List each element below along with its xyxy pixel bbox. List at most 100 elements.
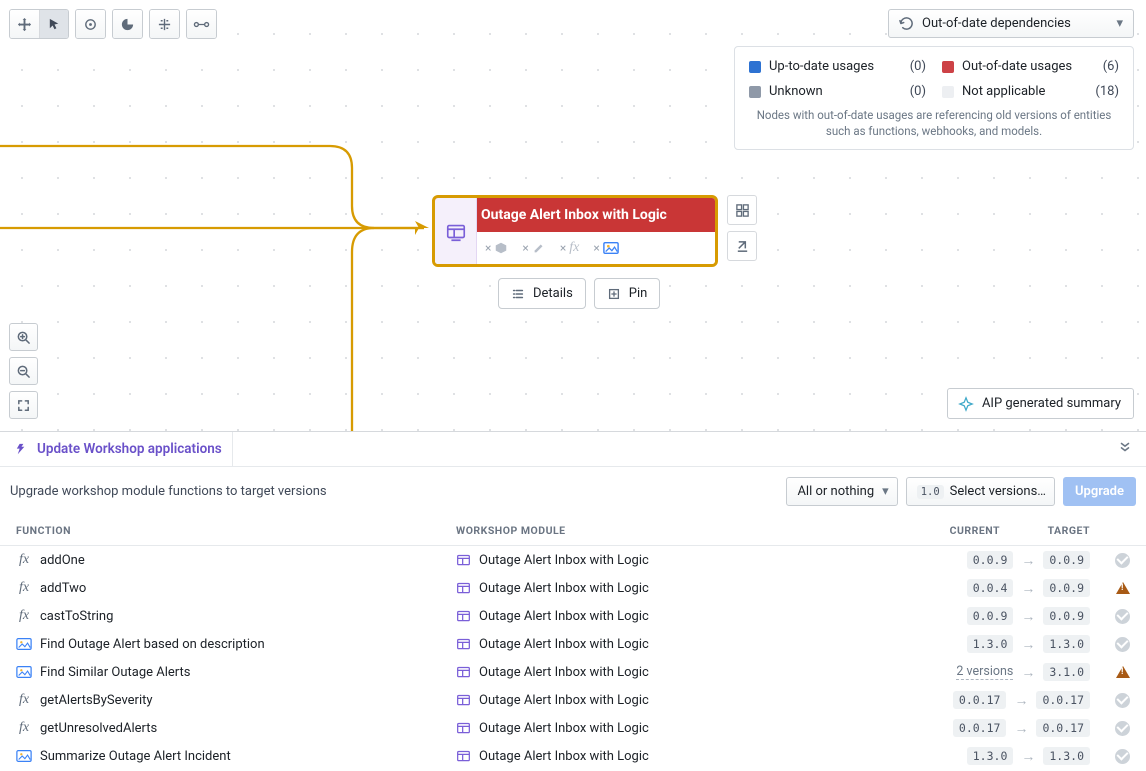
node-header: Outage Alert Inbox with Logic [435, 198, 715, 232]
functions-table: Function Workshop Module Current Target … [0, 516, 1146, 770]
zoom-out-button[interactable] [9, 357, 38, 385]
node-title: Outage Alert Inbox with Logic [481, 207, 667, 223]
legend-item: Unknown (0) [749, 84, 926, 99]
fit-view-button[interactable] [9, 391, 38, 419]
module-name: Outage Alert Inbox with Logic [479, 581, 649, 596]
aip-summary-button[interactable]: AIP generated summary [947, 388, 1134, 419]
chip-edit: × [522, 241, 545, 255]
grid-snap-tool[interactable] [150, 10, 179, 38]
function-name: Find Similar Outage Alerts [40, 665, 190, 680]
node-outage-alert-inbox[interactable]: Outage Alert Inbox with Logic × × ×fx × [432, 195, 718, 267]
target-version: 1.3.0 [1043, 747, 1090, 765]
arrow-right-icon: → [1021, 636, 1035, 653]
panel-tab-label: Update Workshop applications [37, 441, 222, 457]
panel-collapse-button[interactable] [1114, 436, 1136, 462]
module-name: Outage Alert Inbox with Logic [479, 693, 649, 708]
link-tool[interactable] [187, 10, 216, 38]
module-name: Outage Alert Inbox with Logic [479, 609, 649, 624]
table-row[interactable]: Find Similar Outage AlertsOutage Alert I… [0, 658, 1146, 686]
aip-icon [958, 396, 974, 412]
chevron-down-icon: ▾ [882, 484, 889, 499]
chip-object: × [485, 241, 508, 255]
ok-icon [1115, 609, 1130, 624]
details-button[interactable]: Details [498, 278, 586, 309]
select-versions-button[interactable]: 1.0 Select versions… [906, 477, 1055, 506]
legend-item: Out-of-date usages (6) [942, 59, 1119, 74]
canvas-toolbar [9, 9, 217, 39]
dependency-filter-select[interactable]: Out-of-date dependencies ▾ [888, 9, 1134, 38]
th-target: Target [1000, 524, 1090, 537]
ai-image-icon [16, 665, 32, 679]
ok-icon [1115, 721, 1130, 736]
list-icon [511, 287, 525, 301]
ai-image-icon [16, 637, 32, 651]
legend-swatch [942, 61, 954, 73]
pin-button[interactable]: Pin [594, 278, 661, 309]
table-row[interactable]: Summarize Outage Alert Incident Outage Al… [0, 742, 1146, 770]
zoom-in-button[interactable] [9, 323, 38, 351]
function-name: addTwo [40, 581, 86, 596]
module-name: Outage Alert Inbox with Logic [479, 749, 649, 764]
table-row[interactable]: fxaddTwoOutage Alert Inbox with Logic0.0… [0, 574, 1146, 602]
function-icon: fx [16, 552, 32, 568]
graph-canvas[interactable]: Out-of-date dependencies ▾ Up-to-date us… [0, 0, 1146, 432]
node-body: × × ×fx × [435, 232, 715, 264]
ok-icon [1115, 553, 1130, 568]
workshop-module-icon [456, 609, 471, 624]
current-version: 0.0.17 [953, 719, 1007, 737]
upgrade-label: Upgrade [1075, 484, 1124, 499]
mode-select[interactable]: All or nothing ▾ [786, 477, 897, 506]
panel-tab-update-workshop[interactable]: Update Workshop applications [10, 432, 233, 466]
move-tool[interactable] [10, 10, 39, 38]
table-row[interactable]: fxgetUnresolvedAlertsOutage Alert Inbox … [0, 714, 1146, 742]
current-version-multi: 2 versions [956, 664, 1013, 680]
workshop-module-icon [456, 637, 471, 652]
table-row[interactable]: fxaddOneOutage Alert Inbox with Logic0.0… [0, 546, 1146, 574]
aip-summary-label: AIP generated summary [982, 396, 1121, 411]
function-name: castToString [40, 609, 113, 624]
warning-icon [1116, 582, 1130, 594]
target-version: 0.0.9 [1043, 579, 1090, 597]
collapse-node-button[interactable] [727, 231, 757, 261]
workshop-app-icon [435, 198, 477, 265]
function-name: Summarize Outage Alert Incident [40, 749, 231, 764]
function-name: Find Outage Alert based on description [40, 637, 265, 652]
current-version: 1.3.0 [967, 635, 1014, 653]
target-version: 0.0.17 [1036, 691, 1090, 709]
panel-subhead-text: Upgrade workshop module functions to tar… [10, 484, 327, 499]
details-label: Details [533, 286, 573, 301]
workshop-module-icon [456, 693, 471, 708]
double-chevron-down-icon [1118, 440, 1132, 454]
arrow-right-icon: → [1021, 748, 1035, 765]
ok-icon [1115, 693, 1130, 708]
table-row[interactable]: fx castToString Outage Alert Inbox with Lo… [0, 602, 1146, 630]
expand-node-button[interactable] [727, 195, 757, 225]
legend-swatch [749, 86, 761, 98]
workshop-module-icon [456, 721, 471, 736]
table-header: Function Workshop Module Current Target [0, 516, 1146, 546]
table-row[interactable]: Find Outage Alert based on description Ou… [0, 630, 1146, 658]
legend-count: (6) [1103, 59, 1119, 74]
center-tool[interactable] [76, 10, 105, 38]
module-name: Outage Alert Inbox with Logic [479, 637, 649, 652]
node-side-actions [727, 195, 757, 261]
function-name: getUnresolvedAlerts [40, 721, 157, 736]
current-version: 0.0.17 [953, 691, 1007, 709]
zoom-controls [9, 323, 38, 419]
function-icon: fx [16, 608, 32, 624]
upgrade-button[interactable]: Upgrade [1063, 477, 1136, 506]
ok-icon [1115, 637, 1130, 652]
function-name: getAlertsBySeverity [40, 693, 153, 708]
th-module: Workshop Module [456, 524, 910, 537]
legend-item: Not applicable (18) [942, 84, 1119, 99]
select-tool[interactable] [39, 10, 68, 38]
pie-tool[interactable] [113, 10, 142, 38]
target-version: 1.3.0 [1043, 635, 1090, 653]
chip-image: × [593, 241, 618, 255]
table-row[interactable]: fxgetAlertsBySeverityOutage Alert Inbox … [0, 686, 1146, 714]
chevron-down-icon: ▾ [1116, 16, 1123, 31]
legend-label: Not applicable [962, 84, 1045, 99]
target-version: 0.0.9 [1043, 607, 1090, 625]
legend-count: (0) [910, 84, 926, 99]
pin-label: Pin [629, 286, 648, 301]
